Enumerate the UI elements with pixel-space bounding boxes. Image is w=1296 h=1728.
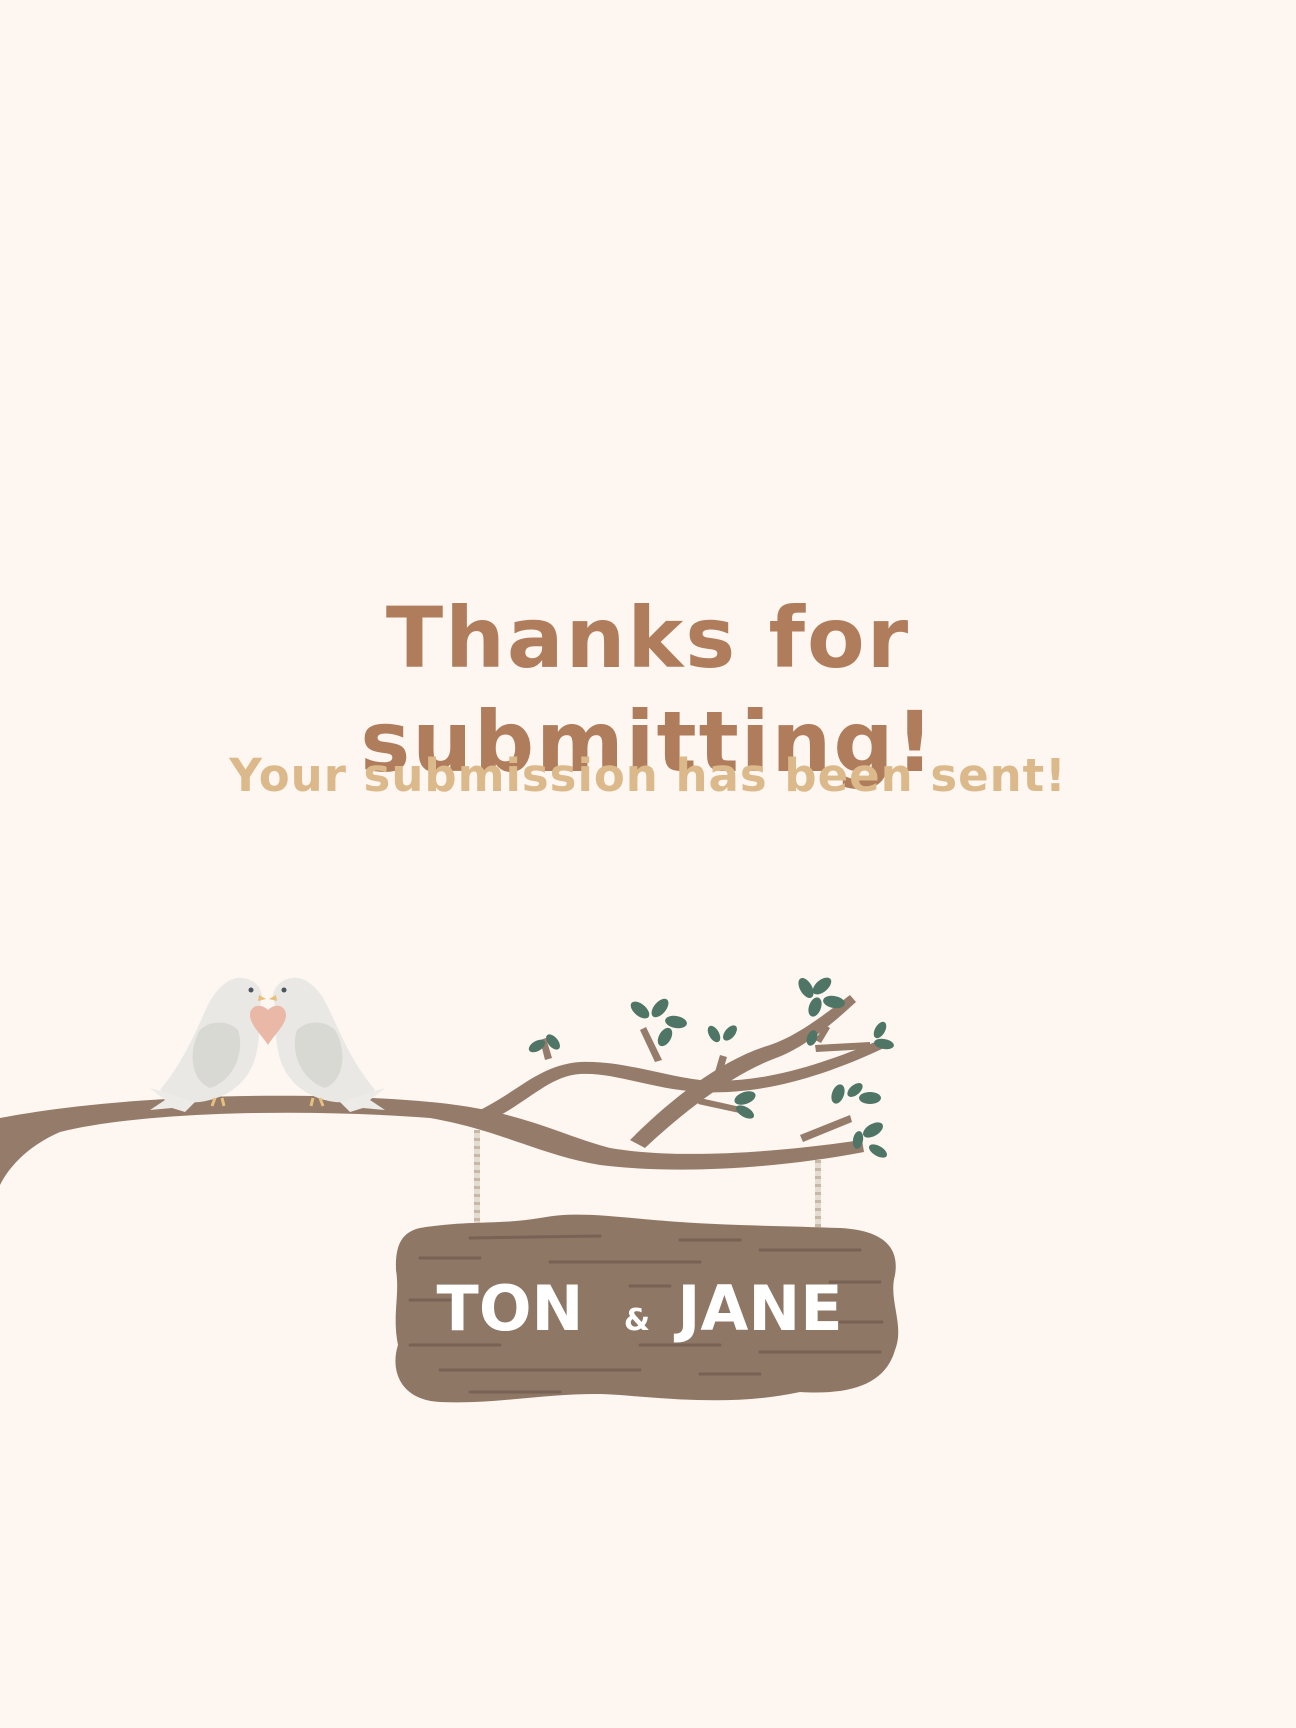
sign-name-right: JANE bbox=[673, 1272, 842, 1345]
wooden-sign: TON & JANE bbox=[395, 1214, 899, 1403]
confirmation-message: Your submission has been sent! bbox=[229, 749, 1067, 802]
confirmation-page: Thanks for submitting! Your submission h… bbox=[0, 0, 1296, 1728]
sign-ampersand: & bbox=[624, 1303, 650, 1338]
dove-icon bbox=[150, 977, 266, 1112]
page-title-line-1: Thanks for bbox=[385, 589, 911, 688]
sign-name-left: TON bbox=[437, 1272, 584, 1345]
branch-illustration: TON & JANE bbox=[0, 977, 899, 1403]
dove-icon bbox=[269, 977, 385, 1112]
tree-branch bbox=[0, 995, 884, 1185]
